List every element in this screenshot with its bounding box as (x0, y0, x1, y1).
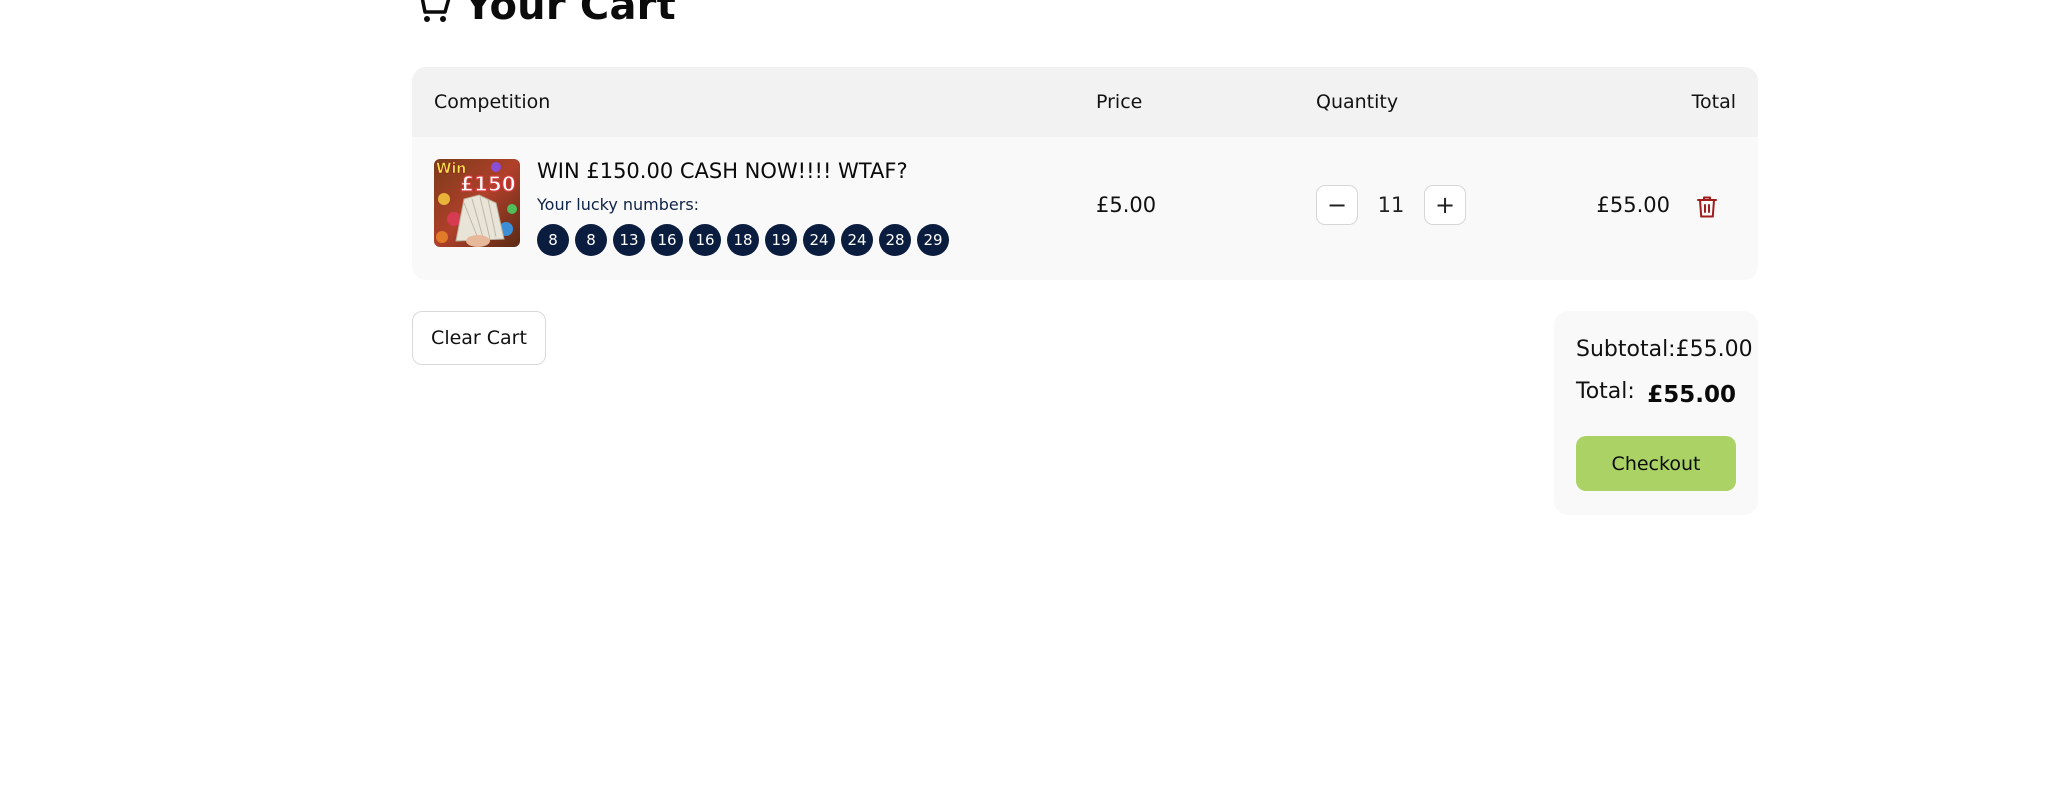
page-title: Your Cart (412, 0, 676, 34)
minus-icon: − (1326, 191, 1348, 219)
subtotal-value: £55.00 (1675, 337, 1753, 362)
total-row: Total: £55.00 (1576, 379, 1736, 409)
header-quantity: Quantity (1316, 91, 1399, 113)
table-row: Win £150 WIN £150.00 CASH NOW!!!! WTAF? … (412, 137, 1758, 280)
quantity-value: 11 (1377, 193, 1405, 217)
lucky-number: 29 (917, 224, 949, 256)
lucky-number: 8 (575, 224, 607, 256)
order-summary: Subtotal:£55.00 Total: £55.00 Checkout (1554, 311, 1758, 515)
lucky-number: 24 (841, 224, 873, 256)
competition-title[interactable]: WIN £150.00 CASH NOW!!!! WTAF? (537, 159, 908, 183)
decrement-button[interactable]: − (1316, 185, 1358, 225)
subtotal-row: Subtotal:£55.00 (1576, 337, 1753, 362)
cart-page: Your Cart Competition Price Quantity Tot… (412, 0, 1758, 787)
lucky-numbers-label: Your lucky numbers: (537, 195, 700, 214)
table-header: Competition Price Quantity Total (412, 67, 1758, 137)
lucky-number: 13 (613, 224, 645, 256)
increment-button[interactable]: + (1424, 185, 1466, 225)
item-total: £55.00 (1596, 193, 1670, 217)
lucky-number: 18 (727, 224, 759, 256)
lucky-number: 8 (537, 224, 569, 256)
header-total: Total (1691, 91, 1736, 113)
total-label: Total: (1576, 379, 1635, 404)
item-price: £5.00 (1096, 193, 1157, 217)
header-price: Price (1096, 91, 1143, 113)
lucky-number: 16 (689, 224, 721, 256)
lucky-number: 28 (879, 224, 911, 256)
cart-table: Competition Price Quantity Total Win £15… (412, 67, 1758, 280)
trash-icon[interactable] (1696, 195, 1718, 219)
total-value: £55.00 (1647, 382, 1736, 408)
checkout-button[interactable]: Checkout (1576, 436, 1736, 491)
lucky-numbers: 8 8 13 16 16 18 19 24 24 28 29 (537, 224, 949, 256)
thumb-text-amount: £150 (460, 172, 516, 196)
lucky-number: 19 (765, 224, 797, 256)
cart-icon (420, 0, 451, 22)
lucky-number: 16 (651, 224, 683, 256)
quantity-stepper: − 11 + (1316, 185, 1466, 225)
clear-cart-button[interactable]: Clear Cart (412, 311, 546, 365)
subtotal-label: Subtotal: (1576, 337, 1676, 362)
lucky-number: 24 (803, 224, 835, 256)
competition-thumbnail[interactable]: Win £150 (434, 159, 520, 247)
header-competition: Competition (434, 91, 551, 113)
page-title-text: Your Cart (464, 0, 676, 29)
plus-icon: + (1434, 191, 1456, 219)
